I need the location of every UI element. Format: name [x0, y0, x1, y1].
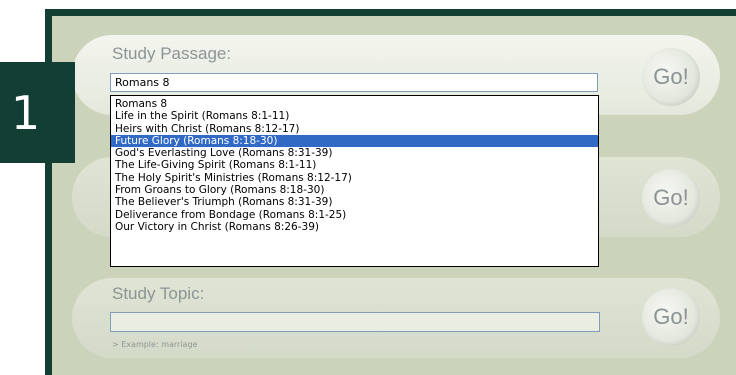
topic-search-group: Study Topic: > Example: marriage Go! — [72, 278, 720, 358]
middle-go-button[interactable]: Go! — [642, 169, 700, 227]
dropdown-item[interactable]: From Groans to Glory (Romans 8:18-30) — [111, 184, 598, 196]
step-badge: 1 — [0, 62, 75, 163]
dropdown-item[interactable]: Romans 8 — [111, 98, 598, 110]
dropdown-item[interactable]: The Believer's Triumph (Romans 8:31-39) — [111, 196, 598, 208]
dropdown-item[interactable]: Heirs with Christ (Romans 8:12-17) — [111, 123, 598, 135]
passage-input[interactable]: Romans 8 — [110, 73, 598, 92]
topic-label: Study Topic: — [112, 284, 205, 303]
passage-dropdown-list: Romans 8 Life in the Spirit (Romans 8:1-… — [110, 95, 599, 267]
dropdown-item[interactable]: The Holy Spirit's Ministries (Romans 8:1… — [111, 172, 598, 184]
dropdown-item-selected[interactable]: Future Glory (Romans 8:18-30) — [111, 134, 598, 148]
topic-go-button[interactable]: Go! — [642, 288, 700, 346]
topic-input[interactable] — [110, 312, 600, 332]
passage-go-button[interactable]: Go! — [642, 48, 700, 106]
dropdown-item[interactable]: Life in the Spirit (Romans 8:1-11) — [111, 110, 598, 122]
dropdown-item[interactable]: The Life-Giving Spirit (Romans 8:1-11) — [111, 159, 598, 171]
dropdown-item[interactable]: God's Everlasting Love (Romans 8:31-39) — [111, 147, 598, 159]
dropdown-item[interactable]: Deliverance from Bondage (Romans 8:1-25) — [111, 209, 598, 221]
passage-label: Study Passage: — [112, 44, 232, 63]
step-number: 1 — [10, 85, 41, 140]
topic-example-hint: > Example: marriage — [112, 340, 198, 349]
dropdown-item[interactable]: Our Victory in Christ (Romans 8:26-39) — [111, 221, 598, 233]
